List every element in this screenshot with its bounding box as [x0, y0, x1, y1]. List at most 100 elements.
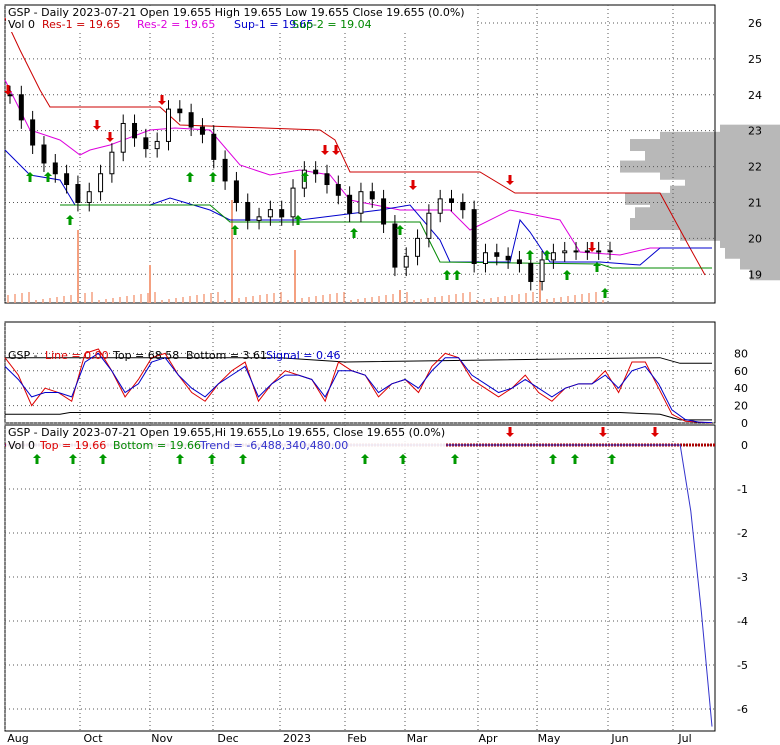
candle-body	[471, 209, 477, 265]
candle-body	[177, 108, 183, 114]
candle-body	[369, 191, 375, 200]
buy-arrow-icon	[208, 454, 216, 464]
trend-legend-trend: Trend = -6,488,340,480.00	[199, 439, 348, 452]
candle-body	[573, 250, 579, 253]
stoch-legend-bottom: Bottom = 3.61	[186, 349, 267, 362]
buy-arrow-icon	[563, 270, 571, 280]
volume-profile-bar	[660, 167, 780, 180]
candle-body	[562, 250, 568, 254]
buy-arrow-icon	[443, 270, 451, 280]
stoch-top-line	[5, 357, 712, 364]
trend-legend-bottom: Bottom = 19.66	[113, 439, 201, 452]
candle-body	[528, 263, 534, 282]
sell-arrow-icon	[599, 427, 607, 437]
trend-legend-top: Top = 19.66	[39, 439, 106, 452]
buy-arrow-icon	[44, 172, 52, 182]
candle-body	[222, 158, 228, 182]
candle-body	[596, 250, 602, 253]
volume-profile-bar	[725, 246, 780, 259]
price-legend-res1: Res-1 = 19.65	[42, 18, 120, 31]
candle-body	[75, 184, 81, 203]
sell-arrow-icon	[409, 180, 417, 190]
x-tick-label: Apr	[478, 732, 498, 745]
candle-body	[165, 108, 171, 142]
candle-body	[41, 144, 47, 164]
sell-arrow-icon	[506, 427, 514, 437]
candle-body	[245, 201, 251, 221]
y-tick-label: -4	[737, 615, 748, 628]
price-panel: 2625242322212019GSP - Daily 2023-07-21 O…	[4, 4, 780, 304]
candle-body	[143, 137, 149, 150]
y-tick-label: 20	[734, 400, 748, 413]
candle-body	[505, 255, 511, 261]
candle-body	[188, 112, 194, 128]
candle-body	[120, 122, 126, 153]
candle-body	[324, 173, 330, 186]
y-tick-label: 26	[748, 17, 762, 30]
y-tick-label: -6	[737, 703, 748, 716]
buy-arrow-icon	[453, 270, 461, 280]
x-tick-label: Aug	[7, 732, 28, 745]
buy-arrow-icon	[549, 454, 557, 464]
y-tick-label: -2	[737, 527, 748, 540]
candle-body	[347, 194, 353, 214]
sell-arrow-icon	[651, 427, 659, 437]
volume-profile-bar	[630, 218, 780, 231]
candle-body	[64, 173, 70, 186]
candle-body	[335, 184, 341, 196]
buy-arrow-icon	[99, 454, 107, 464]
candle-body	[132, 122, 138, 139]
x-tick-label: Nov	[151, 732, 173, 745]
x-tick-label: Oct	[83, 732, 103, 745]
trend-line	[5, 444, 713, 727]
trend-panel: 0 -1 -2 -3 -4 -5 -6 GSP - Daily 2023-07-21 Open…	[4, 424, 748, 732]
price-legend-sup2: Sup-2 = 19.04	[292, 18, 372, 31]
y-tick-label: 21	[748, 196, 762, 209]
y-tick-label: -3	[737, 571, 748, 584]
sell-arrow-icon	[506, 175, 514, 185]
buy-arrow-icon	[33, 454, 41, 464]
stoch-legend-sym: GSP -	[8, 349, 38, 362]
candle-body	[109, 151, 115, 175]
candle-body	[199, 126, 205, 135]
candle-body	[30, 119, 36, 146]
y-tick-label: 19	[748, 268, 762, 281]
trend-legend-vol: Vol 0	[8, 439, 35, 452]
candle-body	[539, 259, 545, 282]
candle-body	[211, 133, 217, 160]
volume-profile-bar	[630, 139, 780, 152]
buy-arrow-icon	[543, 250, 551, 260]
stoch-bottom-line	[5, 412, 712, 421]
x-tick-label: Feb	[347, 732, 366, 745]
buy-arrow-icon	[608, 454, 616, 464]
candle-body	[313, 169, 319, 175]
buy-arrow-icon	[526, 250, 534, 260]
y-tick-label: 20	[748, 232, 762, 245]
candle-body	[18, 94, 24, 121]
buy-arrow-icon	[361, 454, 369, 464]
candle-body	[381, 198, 387, 225]
buy-arrow-icon	[350, 228, 358, 238]
stochastic-frame	[4, 321, 716, 424]
candle-body	[290, 187, 296, 218]
buy-arrow-icon	[399, 454, 407, 464]
candle-body	[415, 237, 421, 257]
buy-arrow-icon	[451, 454, 459, 464]
x-tick-label: 2023	[283, 732, 311, 745]
buy-arrow-icon	[571, 454, 579, 464]
stochastic-panel: 80 60 40 20 0 GSP - Line = 0.00 Top = 68.58 Bot…	[4, 321, 748, 430]
candle-body	[86, 191, 92, 203]
candle-body	[279, 209, 285, 218]
y-tick-label: 23	[748, 125, 762, 138]
candle-body	[392, 223, 398, 268]
stoch-legend-signal: Signal = 0.46	[266, 349, 341, 362]
x-tick-label: Jul	[677, 732, 691, 745]
stoch-line	[4, 348, 713, 424]
chart-canvas: 26 25 24 23 22 21 20 19 GSP - Daily 2023-07-21 O…	[4, 4, 780, 745]
x-tick-label: Jun	[610, 732, 628, 745]
stoch-legend-top: Top = 68.58	[112, 349, 179, 362]
y-tick-label: 60	[734, 365, 748, 378]
sell-arrow-icon	[106, 132, 114, 142]
trend-legend-title: GSP - Daily 2023-07-21 Open 19.655,Hi 19…	[8, 426, 445, 439]
y-tick-label: -1	[737, 483, 748, 496]
